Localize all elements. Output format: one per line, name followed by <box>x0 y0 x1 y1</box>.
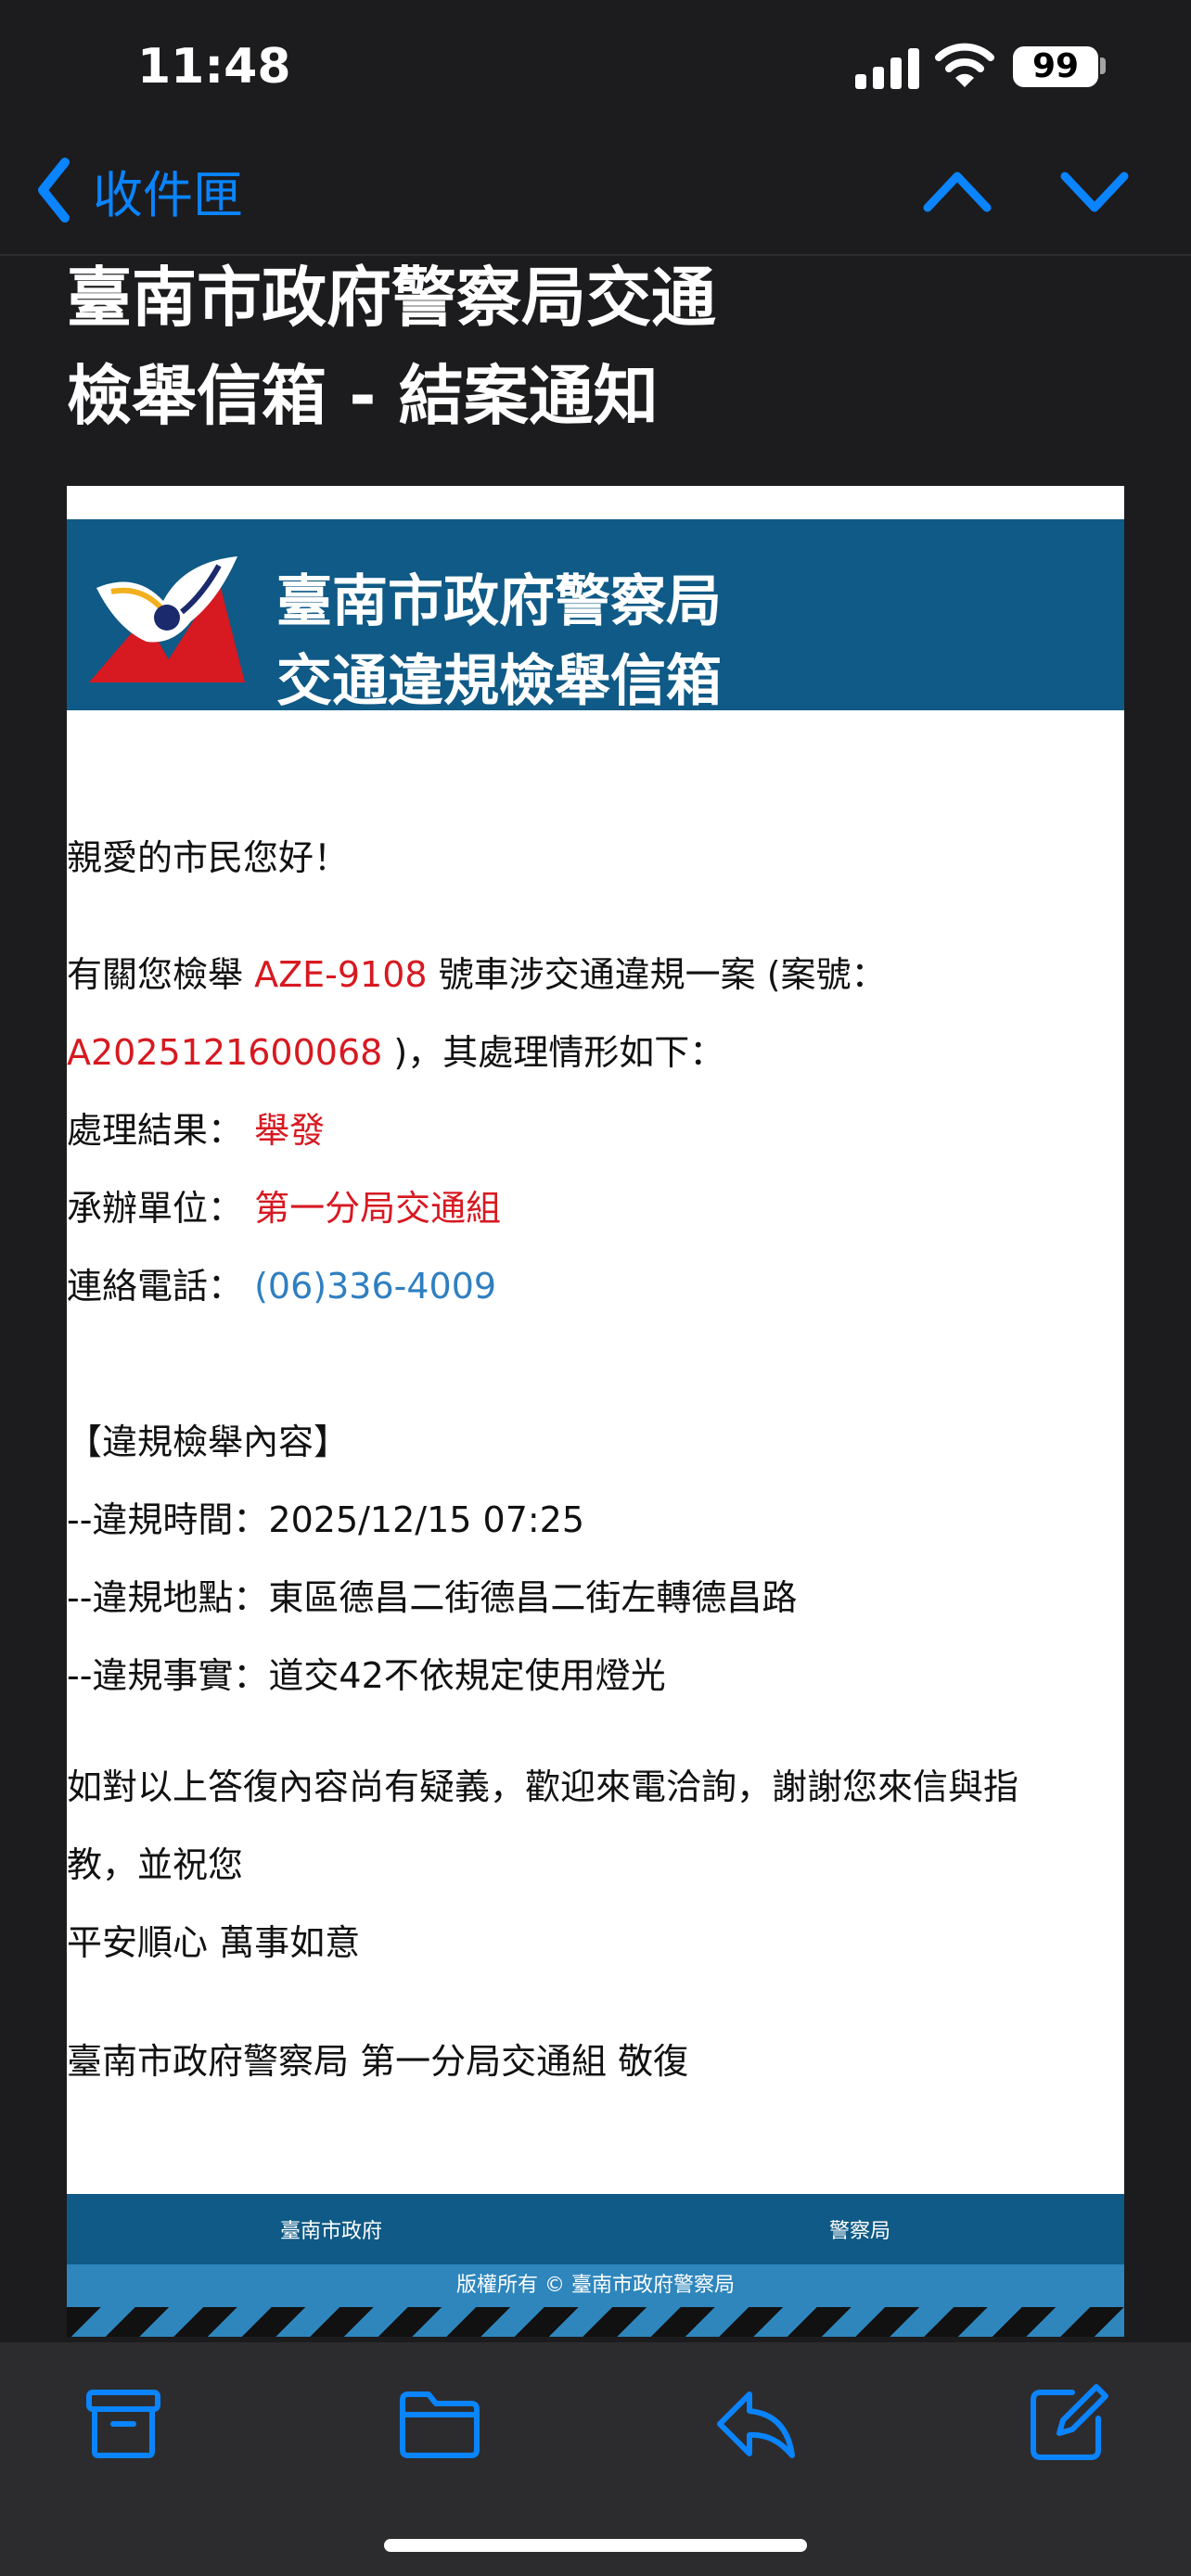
previous-message-icon[interactable] <box>920 163 994 219</box>
violation-place: --違規地點：東區德昌二街德昌二街左轉德昌路 <box>67 1577 798 1618</box>
mail-nav-bar: 收件匣 <box>0 139 1191 256</box>
intro-prefix: 有關您檢舉 <box>67 954 255 995</box>
case-line: A2025121600068 )，其處理情形如下： <box>67 1024 1124 1075</box>
section-title: 【違規檢舉內容】 <box>67 1422 350 1462</box>
footer-link-police[interactable]: 警察局 <box>829 2214 890 2244</box>
subject-line-1: 臺南市政府警察局交通 <box>67 260 716 336</box>
next-message-icon[interactable] <box>1057 163 1132 219</box>
intro-end: )，其處理情形如下： <box>382 1032 725 1073</box>
footer-stripe-decoration <box>67 2307 1124 2337</box>
signature: 臺南市政府警察局 第一分局交通組 敬復 <box>67 2041 689 2082</box>
home-indicator[interactable] <box>384 2539 807 2552</box>
police-logo-icon <box>89 556 245 682</box>
email-footer-links: 臺南市政府 警察局 <box>67 2194 1124 2264</box>
copyright-text: 版權所有 © 臺南市政府警察局 <box>456 2274 735 2297</box>
back-label: 收件匣 <box>93 165 243 224</box>
reply-icon[interactable] <box>712 2383 798 2463</box>
result-value: 舉發 <box>254 1110 326 1151</box>
intro-line: 有關您檢舉 AZE-9108 號車涉交通違規一案 (案號： <box>67 946 1124 997</box>
email-subject: 臺南市政府警察局交通 檢舉信箱 - 結案通知 <box>67 249 1124 445</box>
phone-row: 連絡電話： (06)336-4009 <box>67 1257 1124 1308</box>
banner-title: 臺南市政府警察局 <box>276 569 722 634</box>
subject-line-2: 檢舉信箱 - 結案通知 <box>67 358 659 434</box>
footer-link-city-government[interactable]: 臺南市政府 <box>280 2214 382 2244</box>
unit-value: 第一分局交通組 <box>254 1188 502 1229</box>
result-row: 處理結果： 舉發 <box>67 1102 1124 1153</box>
email-footer-copyright: 版權所有 © 臺南市政府警察局 <box>67 2264 1124 2307</box>
case-number: A2025121600068 <box>67 1032 383 1073</box>
result-label: 處理結果： <box>67 1110 244 1151</box>
plate-number: AZE-9108 <box>254 954 428 995</box>
chevron-left-icon <box>38 158 70 223</box>
back-to-inbox-button[interactable]: 收件匣 <box>35 158 243 224</box>
closing-line-2: 教，並祝您 <box>67 1844 244 1885</box>
archive-icon[interactable] <box>83 2383 163 2463</box>
closing-line-1: 如對以上答復內容尚有疑義，歡迎來電洽詢，謝謝您來信與指 <box>67 1766 1019 1807</box>
closing-line-3: 平安順心 萬事如意 <box>67 1922 361 1963</box>
status-bar: 11:48 99 <box>0 0 1191 139</box>
greeting: 親愛的市民您好！ <box>67 837 350 878</box>
email-body: 臺南市政府警察局 交通違規檢舉信箱 親愛的市民您好！ 有關您檢舉 AZE-910… <box>67 486 1124 2337</box>
compose-icon[interactable] <box>1026 2383 1111 2463</box>
violation-fact: --違規事實：道交42不依規定使用燈光 <box>67 1655 666 1696</box>
intro-suffix: 號車涉交通違規一案 (案號： <box>427 954 887 995</box>
violation-time: --違規時間：2025/12/15 07:25 <box>67 1499 585 1540</box>
unit-label: 承辦單位： <box>67 1188 244 1229</box>
phone-link[interactable]: (06)336-4009 <box>254 1266 496 1307</box>
banner-subtitle: 交通違規檢舉信箱 <box>276 649 722 714</box>
agency-banner: 臺南市政府警察局 交通違規檢舉信箱 <box>67 519 1124 714</box>
wifi-icon <box>935 43 994 87</box>
folder-icon[interactable] <box>397 2383 482 2463</box>
cellular-signal-icon <box>855 48 919 89</box>
phone-label: 連絡電話： <box>67 1266 244 1307</box>
battery-indicator: 99 <box>1013 46 1098 87</box>
status-time: 11:48 <box>137 39 291 95</box>
unit-row: 承辦單位： 第一分局交通組 <box>67 1180 1124 1231</box>
battery-nub <box>1100 57 1106 74</box>
